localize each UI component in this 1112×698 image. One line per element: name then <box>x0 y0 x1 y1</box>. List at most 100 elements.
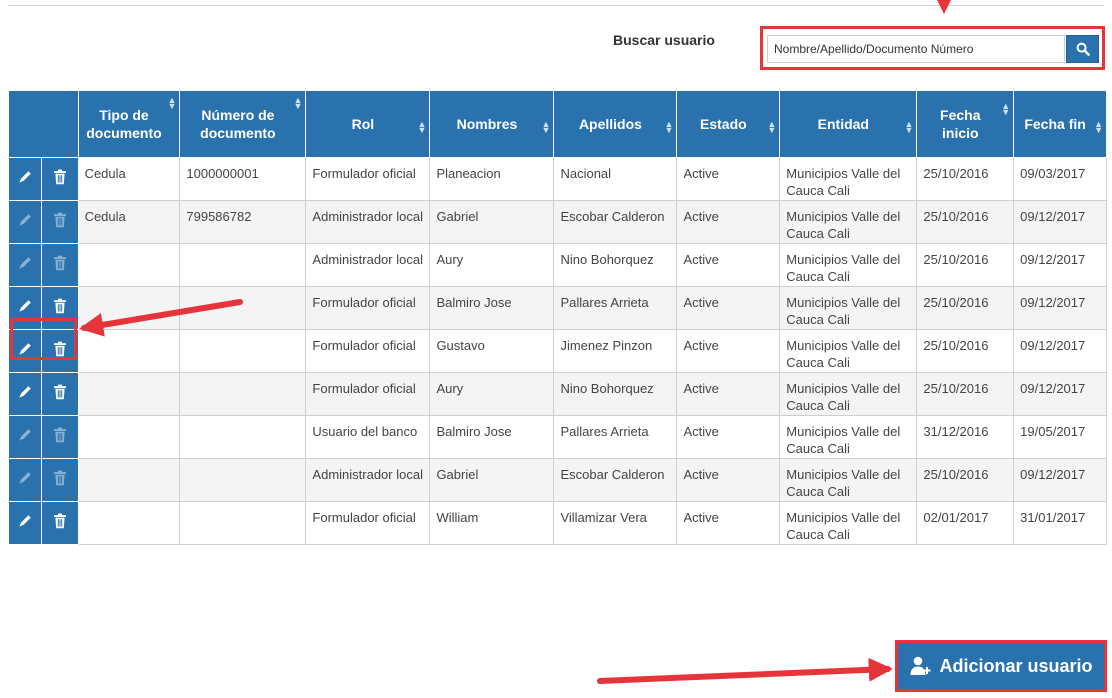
sort-icon: ▲ ▼ <box>541 119 551 135</box>
cell-tipo <box>77 501 181 545</box>
column-header-fecha-fin[interactable]: Fecha fin ▲ ▼ <box>1013 90 1107 158</box>
edit-button[interactable] <box>7 372 43 416</box>
cell-rol: Usuario del banco <box>305 415 431 459</box>
cell-numero <box>179 243 307 287</box>
edit-icon <box>19 472 31 484</box>
edit-button[interactable] <box>7 157 43 201</box>
cell-fin: 09/03/2017 <box>1013 157 1107 201</box>
sort-icon: ▲ ▼ <box>167 95 177 111</box>
cell-rol: Administrador local <box>305 458 431 502</box>
cell-estado: Active <box>676 157 781 201</box>
cell-estado: Active <box>676 372 781 416</box>
cell-rol: Administrador local <box>305 243 431 287</box>
cell-estado: Active <box>676 243 781 287</box>
cell-fin: 09/12/2017 <box>1013 329 1107 373</box>
table-row: Cedula 1000000001 Formulador oficial Planea… <box>7 157 1107 201</box>
delete-button[interactable] <box>41 372 79 416</box>
add-user-label: Adicionar usuario <box>939 655 1093 676</box>
cell-rol: Formulador oficial <box>305 372 431 416</box>
column-header-label: Apellidos <box>578 116 642 132</box>
cell-tipo: Cedula <box>77 157 181 201</box>
trash-icon <box>53 212 66 228</box>
delete-button[interactable] <box>41 458 79 502</box>
edit-button[interactable] <box>7 243 43 287</box>
column-header-estado[interactable]: Estado ▲ ▼ <box>676 90 781 158</box>
cell-nombres: Gustavo <box>429 329 555 373</box>
delete-button[interactable] <box>41 200 79 244</box>
cell-apellidos: Nino Bohorquez <box>553 372 678 416</box>
edit-button[interactable] <box>7 200 43 244</box>
cell-numero <box>179 329 307 373</box>
edit-button[interactable] <box>7 501 43 545</box>
cell-inicio: 25/10/2016 <box>916 329 1015 373</box>
cell-tipo <box>77 329 181 373</box>
cell-rol: Formulador oficial <box>305 501 431 545</box>
sort-icon: ▲ ▼ <box>1001 101 1011 117</box>
cell-apellidos: Villamizar Vera <box>553 501 678 545</box>
trash-icon <box>53 169 66 185</box>
cell-nombres: Aury <box>429 243 555 287</box>
column-header-label: Entidad <box>817 116 869 132</box>
column-header-entidad[interactable]: Entidad ▲ ▼ <box>779 90 918 158</box>
table-row: Formulador oficial Balmiro Jose Pallares A… <box>7 286 1107 330</box>
cell-fin: 09/12/2017 <box>1013 458 1107 502</box>
sort-icon: ▲ ▼ <box>767 119 777 135</box>
cell-estado: Active <box>676 200 781 244</box>
cell-estado: Active <box>676 286 781 330</box>
edit-delete-highlight-box <box>10 318 77 360</box>
cell-inicio: 25/10/2016 <box>916 243 1015 287</box>
cell-nombres: Balmiro Jose <box>429 286 555 330</box>
trash-icon <box>53 255 66 271</box>
column-header-tipo[interactable]: Tipo de documento ▲ ▼ <box>77 90 181 158</box>
trash-icon <box>53 298 66 314</box>
cell-inicio: 02/01/2017 <box>916 501 1015 545</box>
cell-numero <box>179 415 307 459</box>
cell-nombres: Balmiro Jose <box>429 415 555 459</box>
table-row: Formulador oficial William Villamizar Vera… <box>7 501 1107 545</box>
cell-entidad: Municipios Valle del Cauca Cali <box>779 501 918 545</box>
cell-rol: Formulador oficial <box>305 157 431 201</box>
column-header-label: Estado <box>700 116 747 132</box>
cell-entidad: Municipios Valle del Cauca Cali <box>779 329 918 373</box>
cell-numero <box>179 501 307 545</box>
column-header-label: Rol <box>351 116 375 132</box>
cell-inicio: 25/10/2016 <box>916 200 1015 244</box>
cell-fin: 19/05/2017 <box>1013 415 1107 459</box>
search-button[interactable] <box>1066 35 1099 63</box>
column-header-apellidos[interactable]: Apellidos ▲ ▼ <box>553 90 678 158</box>
delete-button[interactable] <box>41 501 79 545</box>
add-user-button[interactable]: Adicionar usuario <box>895 640 1107 692</box>
arrow-to-add-user-button <box>597 657 893 684</box>
cell-estado: Active <box>676 415 781 459</box>
column-header-label: Número de documento <box>200 107 276 141</box>
cell-rol: Formulador oficial <box>305 286 431 330</box>
column-header-numero[interactable]: Número de documento ▲ ▼ <box>179 90 307 158</box>
column-header-nombres[interactable]: Nombres ▲ ▼ <box>429 90 555 158</box>
cell-fin: 09/12/2017 <box>1013 200 1107 244</box>
cell-inicio: 25/10/2016 <box>916 458 1015 502</box>
delete-button[interactable] <box>41 415 79 459</box>
cell-apellidos: Pallares Arrieta <box>553 415 678 459</box>
edit-button[interactable] <box>7 458 43 502</box>
edit-icon <box>19 515 31 527</box>
cell-entidad: Municipios Valle del Cauca Cali <box>779 200 918 244</box>
cell-entidad: Municipios Valle del Cauca Cali <box>779 415 918 459</box>
delete-button[interactable] <box>41 243 79 287</box>
trash-icon <box>53 513 66 529</box>
cell-nombres: Aury <box>429 372 555 416</box>
edit-button[interactable] <box>7 415 43 459</box>
cell-tipo <box>77 243 181 287</box>
column-header-label: Fecha inicio <box>940 107 981 141</box>
sort-icon: ▲ ▼ <box>904 119 914 135</box>
cell-tipo <box>77 286 181 330</box>
cell-fin: 09/12/2017 <box>1013 243 1107 287</box>
cell-inicio: 25/10/2016 <box>916 286 1015 330</box>
cell-numero <box>179 372 307 416</box>
delete-button[interactable] <box>41 157 79 201</box>
table-row: Administrador local Aury Nino Bohorquez Act… <box>7 243 1107 287</box>
sort-icon: ▲ ▼ <box>417 119 427 135</box>
trash-icon <box>53 470 66 486</box>
column-header-fecha-inicio[interactable]: Fecha inicio ▲ ▼ <box>916 90 1015 158</box>
search-input[interactable] <box>767 35 1065 63</box>
column-header-rol[interactable]: Rol ▲ ▼ <box>305 90 431 158</box>
